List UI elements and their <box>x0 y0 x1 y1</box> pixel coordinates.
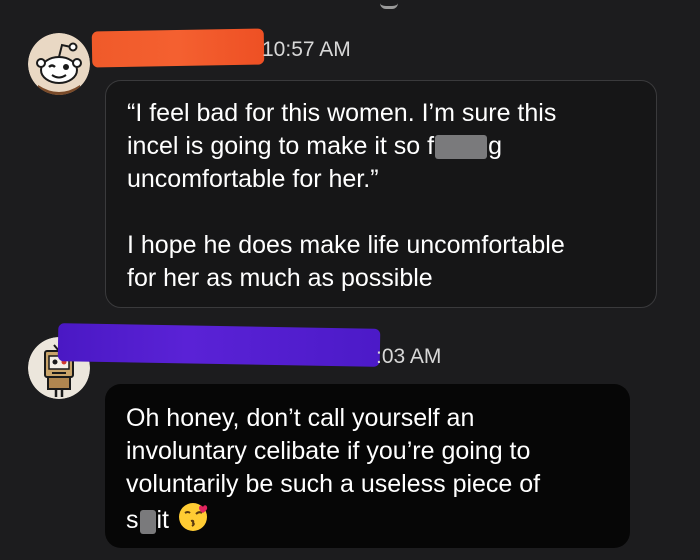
message-text: it <box>156 506 170 535</box>
message-text: “I feel bad for this women. I’m sure thi… <box>127 99 557 127</box>
chat-message: :03 AM Oh honey, don’t call yourself an i… <box>0 310 700 560</box>
message-bubble[interactable]: “I feel bad for this women. I’m sure thi… <box>105 80 657 308</box>
message-paragraph: Oh honey, don’t call yourself an involunt… <box>126 402 610 542</box>
message-text: g <box>488 132 502 160</box>
redacted-username <box>91 28 265 68</box>
kissing-heart-emoji <box>177 501 209 542</box>
message-timestamp: :03 AM <box>376 345 442 368</box>
message-text: for her as much as possible <box>127 264 433 292</box>
message-body: “I feel bad for this women. I’m sure thi… <box>127 97 636 295</box>
chat-message: 10:57 AM “I feel bad for this women. I’m… <box>0 0 700 310</box>
message-bubble[interactable]: Oh honey, don’t call yourself an involunt… <box>105 384 630 548</box>
message-timestamp: 10:57 AM <box>262 38 351 61</box>
redacted-username <box>57 323 381 367</box>
censor-bar <box>435 135 488 160</box>
message-text: Oh honey, don’t call yourself an <box>126 404 475 432</box>
message-text: uncomfortable for her.” <box>127 165 379 193</box>
censor-bar <box>139 509 156 534</box>
message-paragraph: I hope he does make life uncomfortable fo… <box>127 229 636 295</box>
message-body: Oh honey, don’t call yourself an involunt… <box>126 402 610 542</box>
message-text: involuntary celibate if you’re going to <box>126 437 531 465</box>
message-paragraph: “I feel bad for this women. I’m sure thi… <box>127 97 636 196</box>
message-text: I hope he does make life uncomfortable <box>127 231 565 259</box>
snoo-avatar-icon[interactable] <box>28 33 90 95</box>
message-text: voluntarily be such a useless piece of <box>126 470 541 498</box>
message-text: s <box>126 506 139 535</box>
message-text: incel is going to make it so f <box>127 132 435 160</box>
